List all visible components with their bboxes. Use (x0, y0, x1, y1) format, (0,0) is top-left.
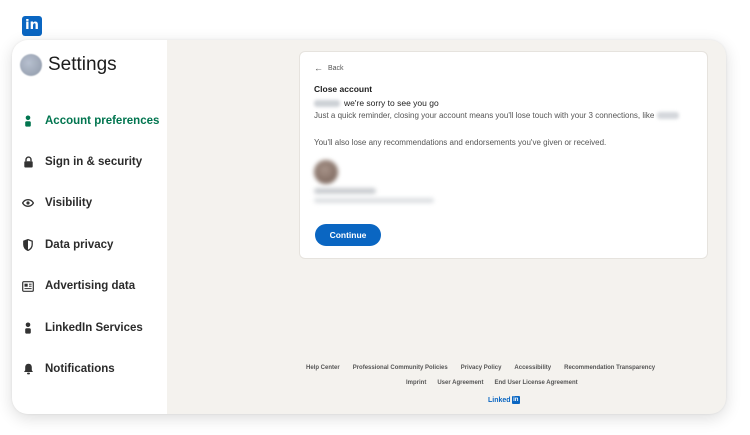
sidebar-item-visibility[interactable]: Visibility (22, 183, 159, 224)
footer-link-accessibility[interactable]: Accessibility (514, 365, 551, 371)
footer-links-primary: Help Center Professional Community Polic… (306, 365, 668, 371)
sidebar-item-linkedin-services[interactable]: LinkedIn Services (22, 307, 159, 348)
redacted-connection-subtitle (314, 198, 434, 203)
sidebar-item-sign-in-security[interactable]: Sign in & security (22, 141, 159, 182)
farewell-message: we're sorry to see you go (314, 98, 439, 108)
footer-link-recommendation-transparency[interactable]: Recommendation Transparency (564, 365, 655, 371)
sidebar-item-account-preferences[interactable]: Account preferences (22, 100, 159, 141)
footer-logo-word: Linked (488, 396, 511, 404)
settings-window: Settings Account preferences Sign in & s… (12, 40, 726, 414)
redacted-connection-name (657, 112, 680, 120)
continue-button[interactable]: Continue (315, 224, 381, 246)
footer-linkedin-logo[interactable]: Linked in (488, 396, 520, 404)
person-icon (22, 115, 34, 127)
footer-link-help-center[interactable]: Help Center (306, 365, 340, 371)
back-label: Back (328, 65, 344, 72)
sidebar-item-label: Sign in & security (45, 156, 143, 169)
arrow-left-icon: ← (314, 63, 323, 73)
card-title: Close account (314, 84, 373, 94)
redacted-connection-title (314, 188, 376, 194)
shield-icon (22, 238, 34, 251)
recommendations-warning: You'll also lose any recommendations and… (314, 138, 607, 147)
sidebar-item-data-privacy[interactable]: Data privacy (22, 224, 159, 265)
sidebar-item-label: Visibility (45, 197, 93, 210)
footer-link-eula[interactable]: End User License Agreement (494, 380, 577, 386)
page-title: Settings (48, 54, 117, 75)
sidebar-item-label: Account preferences (45, 114, 160, 127)
footer-links-secondary: Imprint User Agreement End User License … (406, 380, 589, 386)
footer-link-user-agreement[interactable]: User Agreement (437, 380, 483, 386)
person-icon (22, 322, 34, 334)
sidebar-item-label: LinkedIn Services (45, 321, 143, 334)
close-account-card: ← Back Close account we're sorry to see … (299, 51, 708, 259)
main-content: ← Back Close account we're sorry to see … (167, 40, 726, 414)
footer-link-imprint[interactable]: Imprint (406, 380, 426, 386)
linkedin-logo-icon[interactable]: in (22, 16, 42, 36)
connection-avatar (314, 160, 338, 184)
footer-link-privacy-policy[interactable]: Privacy Policy (461, 365, 502, 371)
lock-icon (22, 156, 34, 168)
sidebar-item-label: Advertising data (45, 280, 136, 293)
back-link[interactable]: ← Back (314, 64, 344, 73)
reminder-message: Just a quick reminder, closing your acco… (314, 110, 702, 123)
sidebar-item-label: Notifications (45, 363, 115, 376)
settings-nav: Account preferences Sign in & security V… (22, 100, 159, 390)
avatar[interactable] (20, 54, 42, 76)
sidebar-item-notifications[interactable]: Notifications (22, 348, 159, 389)
newspaper-icon (22, 280, 34, 292)
sidebar-item-label: Data privacy (45, 238, 114, 251)
bell-icon (22, 363, 34, 375)
farewell-text: we're sorry to see you go (344, 98, 439, 108)
footer-link-community-policies[interactable]: Professional Community Policies (353, 365, 448, 371)
footer-logo-box: in (511, 396, 520, 404)
reminder-text: Just a quick reminder, closing your acco… (314, 111, 655, 120)
sidebar-item-advertising-data[interactable]: Advertising data (22, 266, 159, 307)
sidebar: Settings Account preferences Sign in & s… (12, 40, 167, 414)
eye-icon (22, 197, 34, 209)
redacted-user-name (314, 100, 340, 108)
settings-header: Settings (20, 54, 117, 76)
